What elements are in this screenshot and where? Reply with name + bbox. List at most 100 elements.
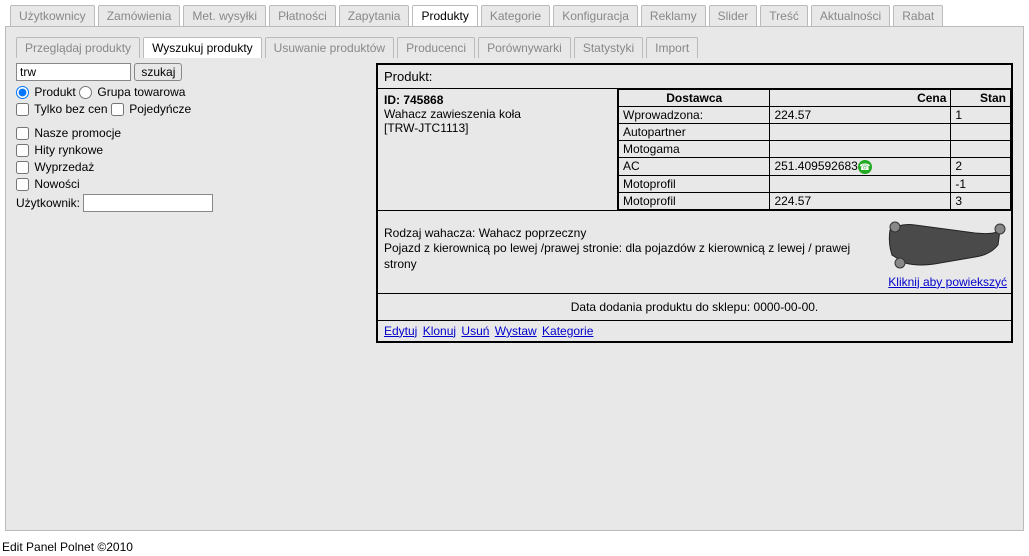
tab-ads[interactable]: Reklamy	[641, 5, 706, 26]
cell-price: 224.57	[770, 107, 951, 124]
radio-group-label[interactable]: Grupa towarowa	[79, 85, 185, 99]
tab-shipping[interactable]: Met. wysyłki	[183, 5, 266, 26]
subtab-compare[interactable]: Porównywarki	[478, 37, 571, 58]
action-clone[interactable]: Klonuj	[423, 324, 456, 338]
cell-supplier: Motoprofil	[619, 192, 770, 209]
tab-news[interactable]: Aktualności	[811, 5, 890, 26]
user-input[interactable]	[83, 194, 213, 212]
chk-noprice[interactable]	[16, 103, 29, 116]
chk-sale-text: Wyprzedaż	[34, 160, 94, 174]
cell-price: 224.57	[770, 192, 951, 209]
subtab-producers[interactable]: Producenci	[397, 37, 475, 58]
cell-stock: 1	[951, 107, 1011, 124]
tab-inquiries[interactable]: Zapytania	[339, 5, 410, 26]
table-row: Motoprofil -1	[619, 175, 1011, 192]
tab-slider[interactable]: Slider	[709, 5, 758, 26]
tab-products[interactable]: Produkty	[412, 5, 477, 26]
action-categories[interactable]: Kategorie	[542, 324, 593, 338]
chk-single[interactable]	[111, 103, 124, 116]
cell-stock: 2	[951, 158, 1011, 176]
tab-payments[interactable]: Płatności	[269, 5, 336, 26]
product-date: Data dodania produktu do sklepu: 0000-00…	[378, 293, 1011, 320]
radio-group[interactable]	[79, 86, 92, 99]
chk-new[interactable]	[16, 178, 29, 191]
th-price: Cena	[770, 90, 951, 107]
cell-supplier: Autopartner	[619, 124, 770, 141]
desc-line: Rodzaj wahacza: Wahacz poprzeczny	[384, 226, 586, 240]
action-edit[interactable]: Edytuj	[384, 324, 417, 338]
subtab-search[interactable]: Wyszukuj produkty	[143, 37, 262, 58]
product-id: ID: 745868	[384, 93, 443, 107]
cell-supplier: Wprowadzona:	[619, 107, 770, 124]
product-box: Produkt: ID: 745868 Wahacz zawieszenia k…	[376, 63, 1013, 343]
table-row: Wprowadzona:224.571	[619, 107, 1011, 124]
cell-supplier: Motogama	[619, 141, 770, 158]
cell-supplier: Motoprofil	[619, 175, 770, 192]
tab-users[interactable]: Użytkownicy	[10, 5, 95, 26]
search-input[interactable]	[16, 63, 131, 81]
chk-single-label[interactable]: Pojedyńcze	[111, 102, 191, 116]
cell-price: 251.409592683☎	[770, 158, 951, 176]
product-info: ID: 745868 Wahacz zawieszenia koła [TRW-…	[378, 89, 618, 210]
th-stock: Stan	[951, 90, 1011, 107]
cell-price-val: 251.409592683	[774, 159, 857, 173]
subtab-browse[interactable]: Przeglądaj produkty	[16, 37, 140, 58]
chk-new-text: Nowości	[34, 177, 79, 191]
cell-stock: -1	[951, 175, 1011, 192]
radio-product[interactable]	[16, 86, 29, 99]
chk-hits-text: Hity rynkowe	[34, 143, 103, 157]
product-code: [TRW-JTC1113]	[384, 121, 468, 135]
phone-icon[interactable]: ☎	[858, 160, 872, 174]
chk-single-text: Pojedyńcze	[129, 102, 191, 116]
sub-tabs: Przeglądaj produkty Wyszukuj produkty Us…	[16, 37, 1013, 58]
action-delete[interactable]: Usuń	[461, 324, 489, 338]
main-panel: Przeglądaj produkty Wyszukuj produkty Us…	[5, 26, 1024, 531]
subtab-stats[interactable]: Statystyki	[574, 37, 643, 58]
subtab-delete[interactable]: Usuwanie produktów	[265, 37, 394, 58]
table-row: Motogama	[619, 141, 1011, 158]
radio-product-text: Produkt	[34, 85, 75, 99]
chk-hits-label[interactable]: Hity rynkowe	[16, 143, 103, 157]
chk-sale-label[interactable]: Wyprzedaż	[16, 160, 94, 174]
footer-text: Edit Panel Polnet ©2010	[2, 540, 133, 554]
product-name: Wahacz zawieszenia koła	[384, 107, 521, 121]
product-image	[880, 215, 1010, 275]
tab-config[interactable]: Konfiguracja	[553, 5, 638, 26]
tab-categories[interactable]: Kategorie	[481, 5, 550, 26]
chk-promo-label[interactable]: Nasze promocje	[16, 126, 121, 140]
tab-orders[interactable]: Zamówienia	[98, 5, 181, 26]
chk-new-label[interactable]: Nowości	[16, 177, 80, 191]
subtab-import[interactable]: Import	[646, 37, 698, 58]
table-row: Autopartner	[619, 124, 1011, 141]
action-publish[interactable]: Wystaw	[495, 324, 537, 338]
tab-content[interactable]: Treść	[760, 5, 808, 26]
main-tabs: Użytkownicy Zamówienia Met. wysyłki Płat…	[0, 0, 1029, 26]
radio-group-text: Grupa towarowa	[97, 85, 185, 99]
chk-sale[interactable]	[16, 161, 29, 174]
tab-discount[interactable]: Rabat	[893, 5, 943, 26]
table-row: AC251.409592683☎2	[619, 158, 1011, 176]
desc-line: Pojazd z kierownicą po lewej /prawej str…	[384, 241, 850, 271]
cell-stock	[951, 141, 1011, 158]
chk-promo[interactable]	[16, 127, 29, 140]
cell-stock: 3	[951, 192, 1011, 209]
chk-noprice-label[interactable]: Tylko bez cen	[16, 102, 108, 116]
cell-price	[770, 124, 951, 141]
product-description: Rodzaj wahacza: Wahacz poprzeczny Pojazd…	[378, 211, 876, 293]
cell-stock	[951, 124, 1011, 141]
product-header: Produkt:	[378, 65, 1011, 89]
cell-supplier: AC	[619, 158, 770, 176]
search-panel: szukaj Produkt Grupa towarowa Tylko bez …	[16, 63, 376, 343]
table-row: Motoprofil224.573	[619, 192, 1011, 209]
radio-product-label[interactable]: Produkt	[16, 85, 76, 99]
enlarge-link[interactable]: Kliknij aby powiekszyć	[888, 275, 1007, 289]
user-label: Użytkownik:	[16, 196, 80, 210]
supplier-table: Dostawca Cena Stan Wprowadzona:224.571 A…	[618, 89, 1011, 210]
chk-hits[interactable]	[16, 144, 29, 157]
search-button[interactable]: szukaj	[134, 63, 182, 81]
cell-price	[770, 141, 951, 158]
th-supplier: Dostawca	[619, 90, 770, 107]
cell-price	[770, 175, 951, 192]
product-actions: Edytuj Klonuj Usuń Wystaw Kategorie	[378, 320, 1011, 341]
chk-promo-text: Nasze promocje	[34, 126, 121, 140]
